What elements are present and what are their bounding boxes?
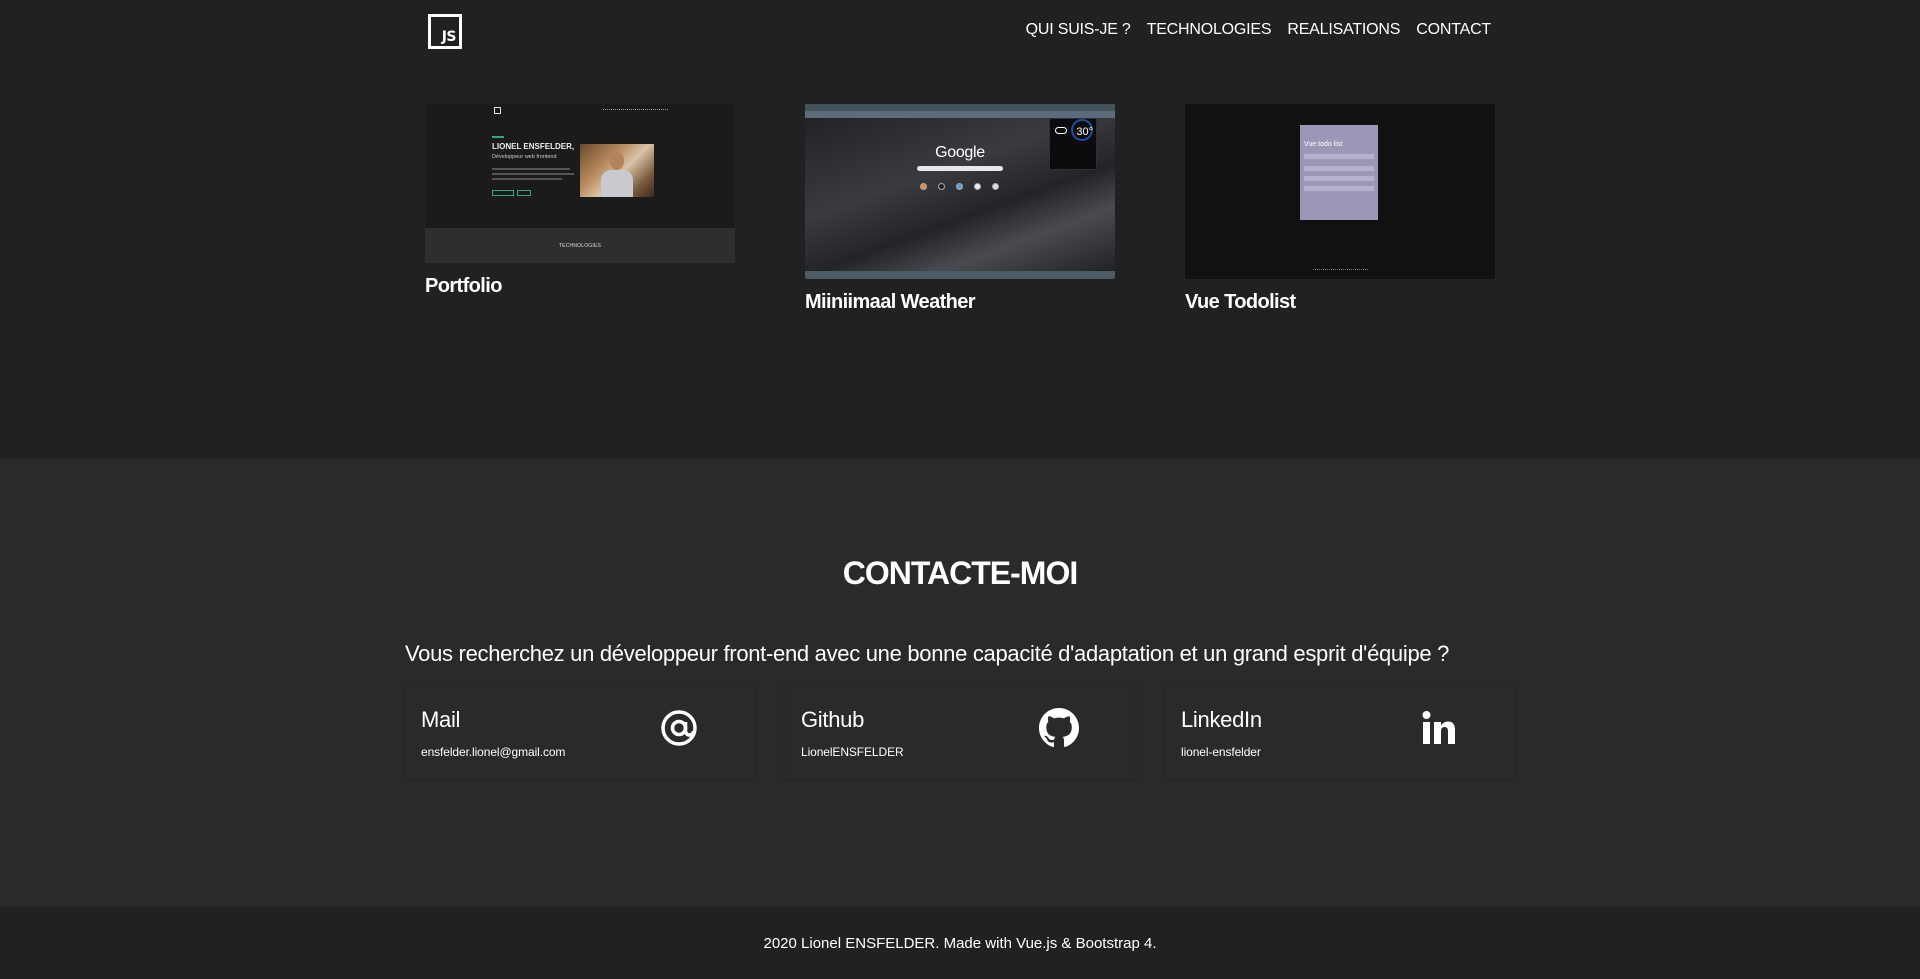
project-thumbnail-weather[interactable]: Google 30° bbox=[805, 104, 1115, 279]
footer-text: 2020 Lionel ENSFELDER. Made with Vue.js … bbox=[763, 934, 1157, 952]
contact-card-mail[interactable]: Mail ensfelder.lionel@gmail.com bbox=[405, 687, 755, 779]
nav-link-technologies[interactable]: TECHNOLOGIES bbox=[1147, 21, 1272, 39]
thumb-statusbar bbox=[805, 271, 1115, 279]
thumb-shortcut bbox=[956, 183, 963, 190]
thumb-todo-row bbox=[1304, 176, 1374, 181]
contact-section: CONTACTE-MOI Vous recherchez un développ… bbox=[0, 459, 1920, 907]
js-logo[interactable]: JS bbox=[428, 14, 462, 49]
thumb-subtitle: Développeur web frontend bbox=[492, 154, 557, 160]
thumb-technologies-bar: TECHNOLOGIES bbox=[425, 228, 735, 263]
thumb-search-box bbox=[917, 166, 1003, 171]
thumb-todo-heading: Vue todo list bbox=[1304, 141, 1343, 148]
thumb-shortcut bbox=[920, 183, 927, 190]
contact-card-value[interactable]: lionel-ensfelder bbox=[1181, 745, 1261, 759]
thumb-shortcut bbox=[938, 183, 945, 190]
thumb-name: LIONEL ENSFELDER, bbox=[492, 142, 575, 151]
thumb-shortcut bbox=[974, 183, 981, 190]
main-menu: QUI SUIS-JE ? TECHNOLOGIES REALISATIONS … bbox=[1026, 21, 1492, 39]
thumb-todo-row bbox=[1304, 186, 1374, 191]
thumb-todo-row bbox=[1304, 154, 1374, 159]
cloud-icon bbox=[1055, 127, 1067, 134]
contact-card-github[interactable]: Github LionelENSFELDER bbox=[785, 687, 1135, 779]
thumb-button bbox=[492, 190, 514, 196]
at-icon[interactable] bbox=[658, 707, 700, 749]
thumb-text-line bbox=[492, 178, 562, 180]
contact-card-title: Mail bbox=[421, 707, 461, 732]
thumb-button bbox=[517, 190, 531, 196]
thumb-photo-body bbox=[601, 170, 633, 197]
project-card-portfolio[interactable]: LIONEL ENSFELDER, Développeur web fronte… bbox=[425, 104, 735, 298]
nav-link-qui-suis-je[interactable]: QUI SUIS-JE ? bbox=[1026, 21, 1131, 39]
contact-lead: Vous recherchez un développeur front-end… bbox=[405, 641, 1450, 666]
project-thumbnail-todolist[interactable]: Vue todo list bbox=[1185, 104, 1495, 279]
thumb-todo-row bbox=[1304, 166, 1374, 171]
thumb-text-line bbox=[492, 173, 574, 175]
project-card-weather[interactable]: Google 30° Miiniimaal Weather bbox=[805, 104, 1115, 314]
project-title[interactable]: Vue Todolist bbox=[1185, 291, 1495, 314]
thumb-temperature: 30° bbox=[1076, 126, 1093, 138]
thumb-photo-face bbox=[610, 152, 624, 170]
projects-section: LIONEL ENSFELDER, Développeur web fronte… bbox=[0, 62, 1920, 459]
footer: 2020 Lionel ENSFELDER. Made with Vue.js … bbox=[0, 907, 1920, 979]
thumb-kicker bbox=[492, 136, 504, 138]
thumb-browser-tabs bbox=[805, 104, 1115, 111]
navbar: JS QUI SUIS-JE ? TECHNOLOGIES REALISATIO… bbox=[0, 0, 1920, 62]
project-title[interactable]: Portfolio bbox=[425, 275, 735, 298]
contact-card-linkedin[interactable]: LinkedIn lionel-ensfelder bbox=[1165, 687, 1515, 779]
nav-link-contact[interactable]: CONTACT bbox=[1416, 21, 1491, 39]
thumb-todo-footer bbox=[1313, 269, 1368, 271]
project-card-todolist[interactable]: Vue todo list Vue Todolist bbox=[1185, 104, 1495, 314]
project-thumbnail-portfolio[interactable]: LIONEL ENSFELDER, Développeur web fronte… bbox=[425, 104, 735, 263]
thumb-text-line bbox=[492, 168, 570, 170]
github-icon[interactable] bbox=[1038, 707, 1080, 749]
nav-link-realisations[interactable]: REALISATIONS bbox=[1287, 21, 1400, 39]
linkedin-icon[interactable] bbox=[1418, 707, 1460, 749]
contact-card-title: Github bbox=[801, 707, 865, 732]
thumb-logo bbox=[494, 107, 501, 114]
contact-card-value[interactable]: ensfelder.lionel@gmail.com bbox=[421, 745, 565, 759]
contact-title: CONTACTE-MOI bbox=[842, 555, 1078, 591]
contact-card-value[interactable]: LionelENSFELDER bbox=[801, 745, 904, 759]
thumb-todo-panel bbox=[1300, 125, 1378, 220]
project-title[interactable]: Miiniimaal Weather bbox=[805, 291, 1115, 314]
thumb-shortcut bbox=[992, 183, 999, 190]
contact-card-title: LinkedIn bbox=[1181, 707, 1262, 732]
thumb-nav bbox=[603, 109, 668, 111]
